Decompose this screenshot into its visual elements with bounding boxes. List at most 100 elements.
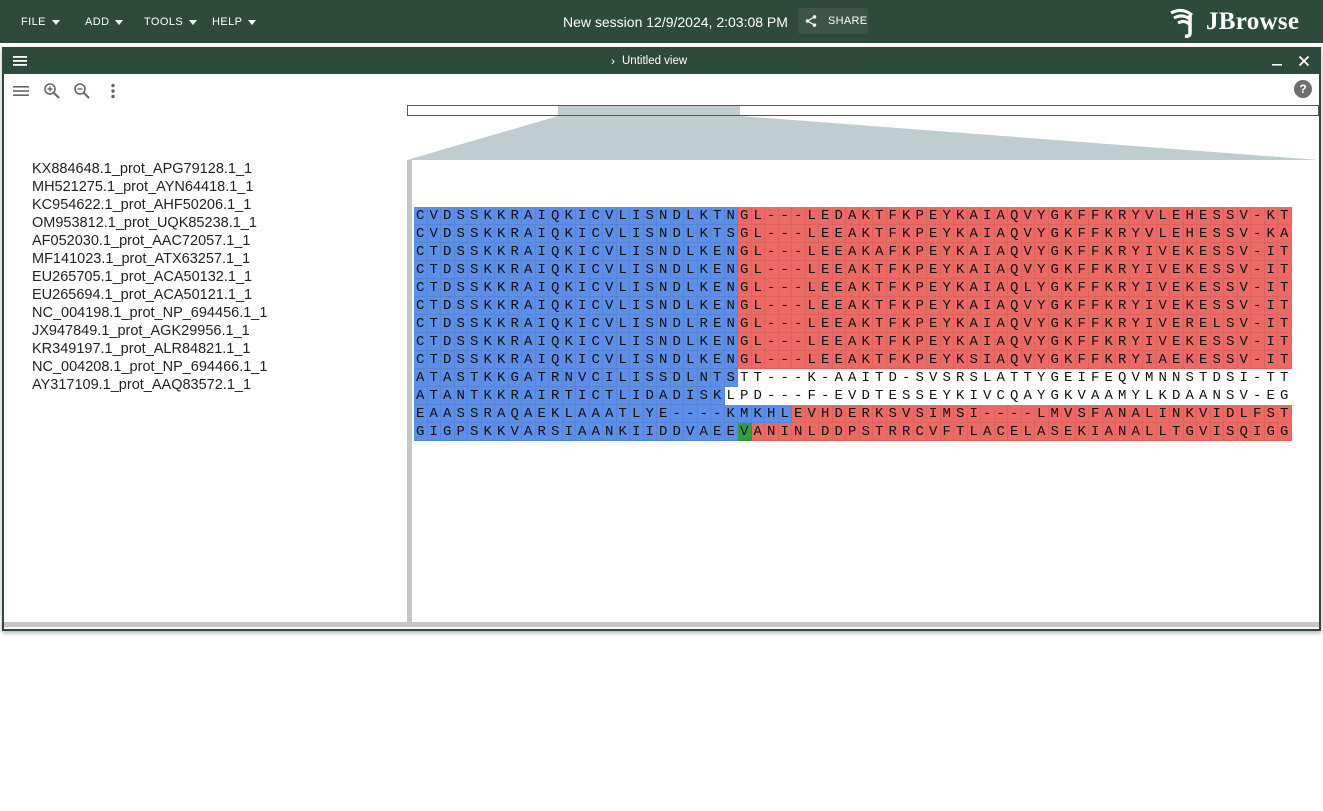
residue-cell[interactable]: A — [846, 279, 860, 297]
residue-cell[interactable]: L — [751, 207, 765, 225]
residue-cell[interactable]: I — [1143, 333, 1157, 351]
residue-cell[interactable]: E — [819, 297, 833, 315]
residue-cell[interactable]: E — [1197, 333, 1211, 351]
residue-cell[interactable]: A — [522, 261, 536, 279]
residue-cell[interactable]: R — [954, 369, 968, 387]
residue-cell[interactable]: S — [697, 387, 711, 405]
residue-cell[interactable]: G — [1048, 225, 1062, 243]
residue-cell[interactable]: D — [441, 279, 455, 297]
residue-cell[interactable]: N — [657, 225, 671, 243]
sequence-name[interactable]: AY317109.1_prot_AAQ83572.1_1 — [32, 376, 267, 394]
residue-cell[interactable]: P — [913, 207, 927, 225]
residue-cell[interactable]: I — [535, 279, 549, 297]
residue-cell[interactable]: V — [427, 225, 441, 243]
residue-cell[interactable]: K — [1264, 207, 1278, 225]
residue-cell[interactable]: F — [1089, 369, 1103, 387]
residue-cell[interactable]: S — [643, 225, 657, 243]
residue-cell[interactable]: K — [481, 261, 495, 279]
residue-cell[interactable]: A — [994, 243, 1008, 261]
residue-cell[interactable]: I — [576, 297, 590, 315]
residue-cell[interactable]: T — [427, 315, 441, 333]
residue-cell[interactable]: I — [981, 261, 995, 279]
residue-cell[interactable]: L — [805, 423, 819, 441]
residue-cell[interactable]: K — [495, 423, 509, 441]
residue-cell[interactable]: S — [643, 333, 657, 351]
residue-cell[interactable]: E — [1197, 315, 1211, 333]
residue-cell[interactable]: N — [792, 423, 806, 441]
residue-cell[interactable]: S — [914, 387, 928, 405]
residue-cell[interactable]: S — [1224, 207, 1238, 225]
residue-cell[interactable]: K — [1062, 315, 1076, 333]
residue-cell[interactable]: - — [792, 297, 806, 315]
residue-cell[interactable]: K — [859, 351, 873, 369]
minimize-button[interactable] — [1271, 47, 1283, 74]
residue-cell[interactable]: K — [495, 243, 509, 261]
residue-cell[interactable]: A — [967, 243, 981, 261]
residue-cell[interactable]: L — [805, 243, 819, 261]
residue-cell[interactable]: N — [657, 279, 671, 297]
residue-cell[interactable]: K — [481, 207, 495, 225]
residue-cell[interactable]: E — [1197, 225, 1211, 243]
residue-cell[interactable]: A — [1089, 387, 1103, 405]
residue-cell[interactable]: E — [711, 279, 725, 297]
residue-cell[interactable]: - — [778, 225, 792, 243]
residue-cell[interactable]: S — [914, 369, 928, 387]
residue-cell[interactable]: A — [994, 207, 1008, 225]
residue-cell[interactable]: T — [1278, 261, 1292, 279]
residue-cell[interactable]: G — [1278, 423, 1292, 441]
residue-cell[interactable]: I — [630, 261, 644, 279]
residue-cell[interactable]: K — [873, 405, 887, 423]
residue-cell[interactable]: G — [738, 297, 752, 315]
residue-cell[interactable]: E — [819, 261, 833, 279]
residue-cell[interactable]: S — [1224, 279, 1238, 297]
residue-cell[interactable]: V — [1156, 333, 1170, 351]
residue-cell[interactable]: E — [927, 333, 941, 351]
residue-cell[interactable]: D — [670, 279, 684, 297]
residue-cell[interactable]: K — [562, 243, 576, 261]
residue-cell[interactable]: C — [589, 225, 603, 243]
residue-cell[interactable]: - — [779, 387, 793, 405]
residue-cell[interactable]: P — [913, 261, 927, 279]
residue-cell[interactable]: Y — [940, 297, 954, 315]
residue-cell[interactable]: N — [1211, 387, 1225, 405]
residue-cell[interactable]: I — [1251, 423, 1265, 441]
residue-cell[interactable]: K — [495, 261, 509, 279]
residue-cell[interactable]: A — [994, 297, 1008, 315]
residue-cell[interactable]: A — [994, 315, 1008, 333]
residue-cell[interactable]: D — [887, 369, 901, 387]
residue-cell[interactable]: R — [1183, 315, 1197, 333]
residue-cell[interactable]: Q — [549, 225, 563, 243]
residue-cell[interactable]: Y — [1035, 333, 1049, 351]
residue-cell[interactable]: E — [1103, 369, 1117, 387]
residue-cell[interactable]: K — [562, 261, 576, 279]
residue-cell[interactable]: G — [1264, 423, 1278, 441]
residue-cell[interactable]: K — [1062, 261, 1076, 279]
residue-cell[interactable]: A — [846, 225, 860, 243]
residue-cell[interactable]: G — [1048, 297, 1062, 315]
residue-cell[interactable]: D — [670, 315, 684, 333]
residue-cell[interactable]: S — [1184, 369, 1198, 387]
residue-cell[interactable]: S — [468, 243, 482, 261]
residue-cell[interactable]: P — [913, 279, 927, 297]
residue-cell[interactable]: S — [941, 369, 955, 387]
residue-cell[interactable]: T — [1197, 369, 1211, 387]
residue-cell[interactable]: C — [414, 297, 428, 315]
residue-cell[interactable]: A — [981, 423, 995, 441]
residue-cell[interactable]: A — [994, 351, 1008, 369]
residue-cell[interactable]: D — [441, 225, 455, 243]
residue-cell[interactable]: L — [1035, 405, 1049, 423]
residue-cell[interactable]: L — [805, 261, 819, 279]
residue-cell[interactable]: K — [751, 405, 765, 423]
residue-cell[interactable]: V — [1021, 351, 1035, 369]
residue-cell[interactable]: K — [859, 315, 873, 333]
residue-cell[interactable]: L — [751, 225, 765, 243]
horizontal-scrollbar[interactable] — [4, 622, 1319, 627]
residue-cell[interactable]: S — [1224, 297, 1238, 315]
residue-cell[interactable]: S — [454, 369, 468, 387]
residue-cell[interactable]: G — [738, 243, 752, 261]
residue-cell[interactable]: V — [805, 405, 819, 423]
residue-cell[interactable]: K — [1062, 243, 1076, 261]
tools-menu[interactable]: TOOLS — [144, 0, 198, 43]
residue-cell[interactable]: F — [1089, 279, 1103, 297]
residue-cell[interactable]: V — [1237, 333, 1251, 351]
